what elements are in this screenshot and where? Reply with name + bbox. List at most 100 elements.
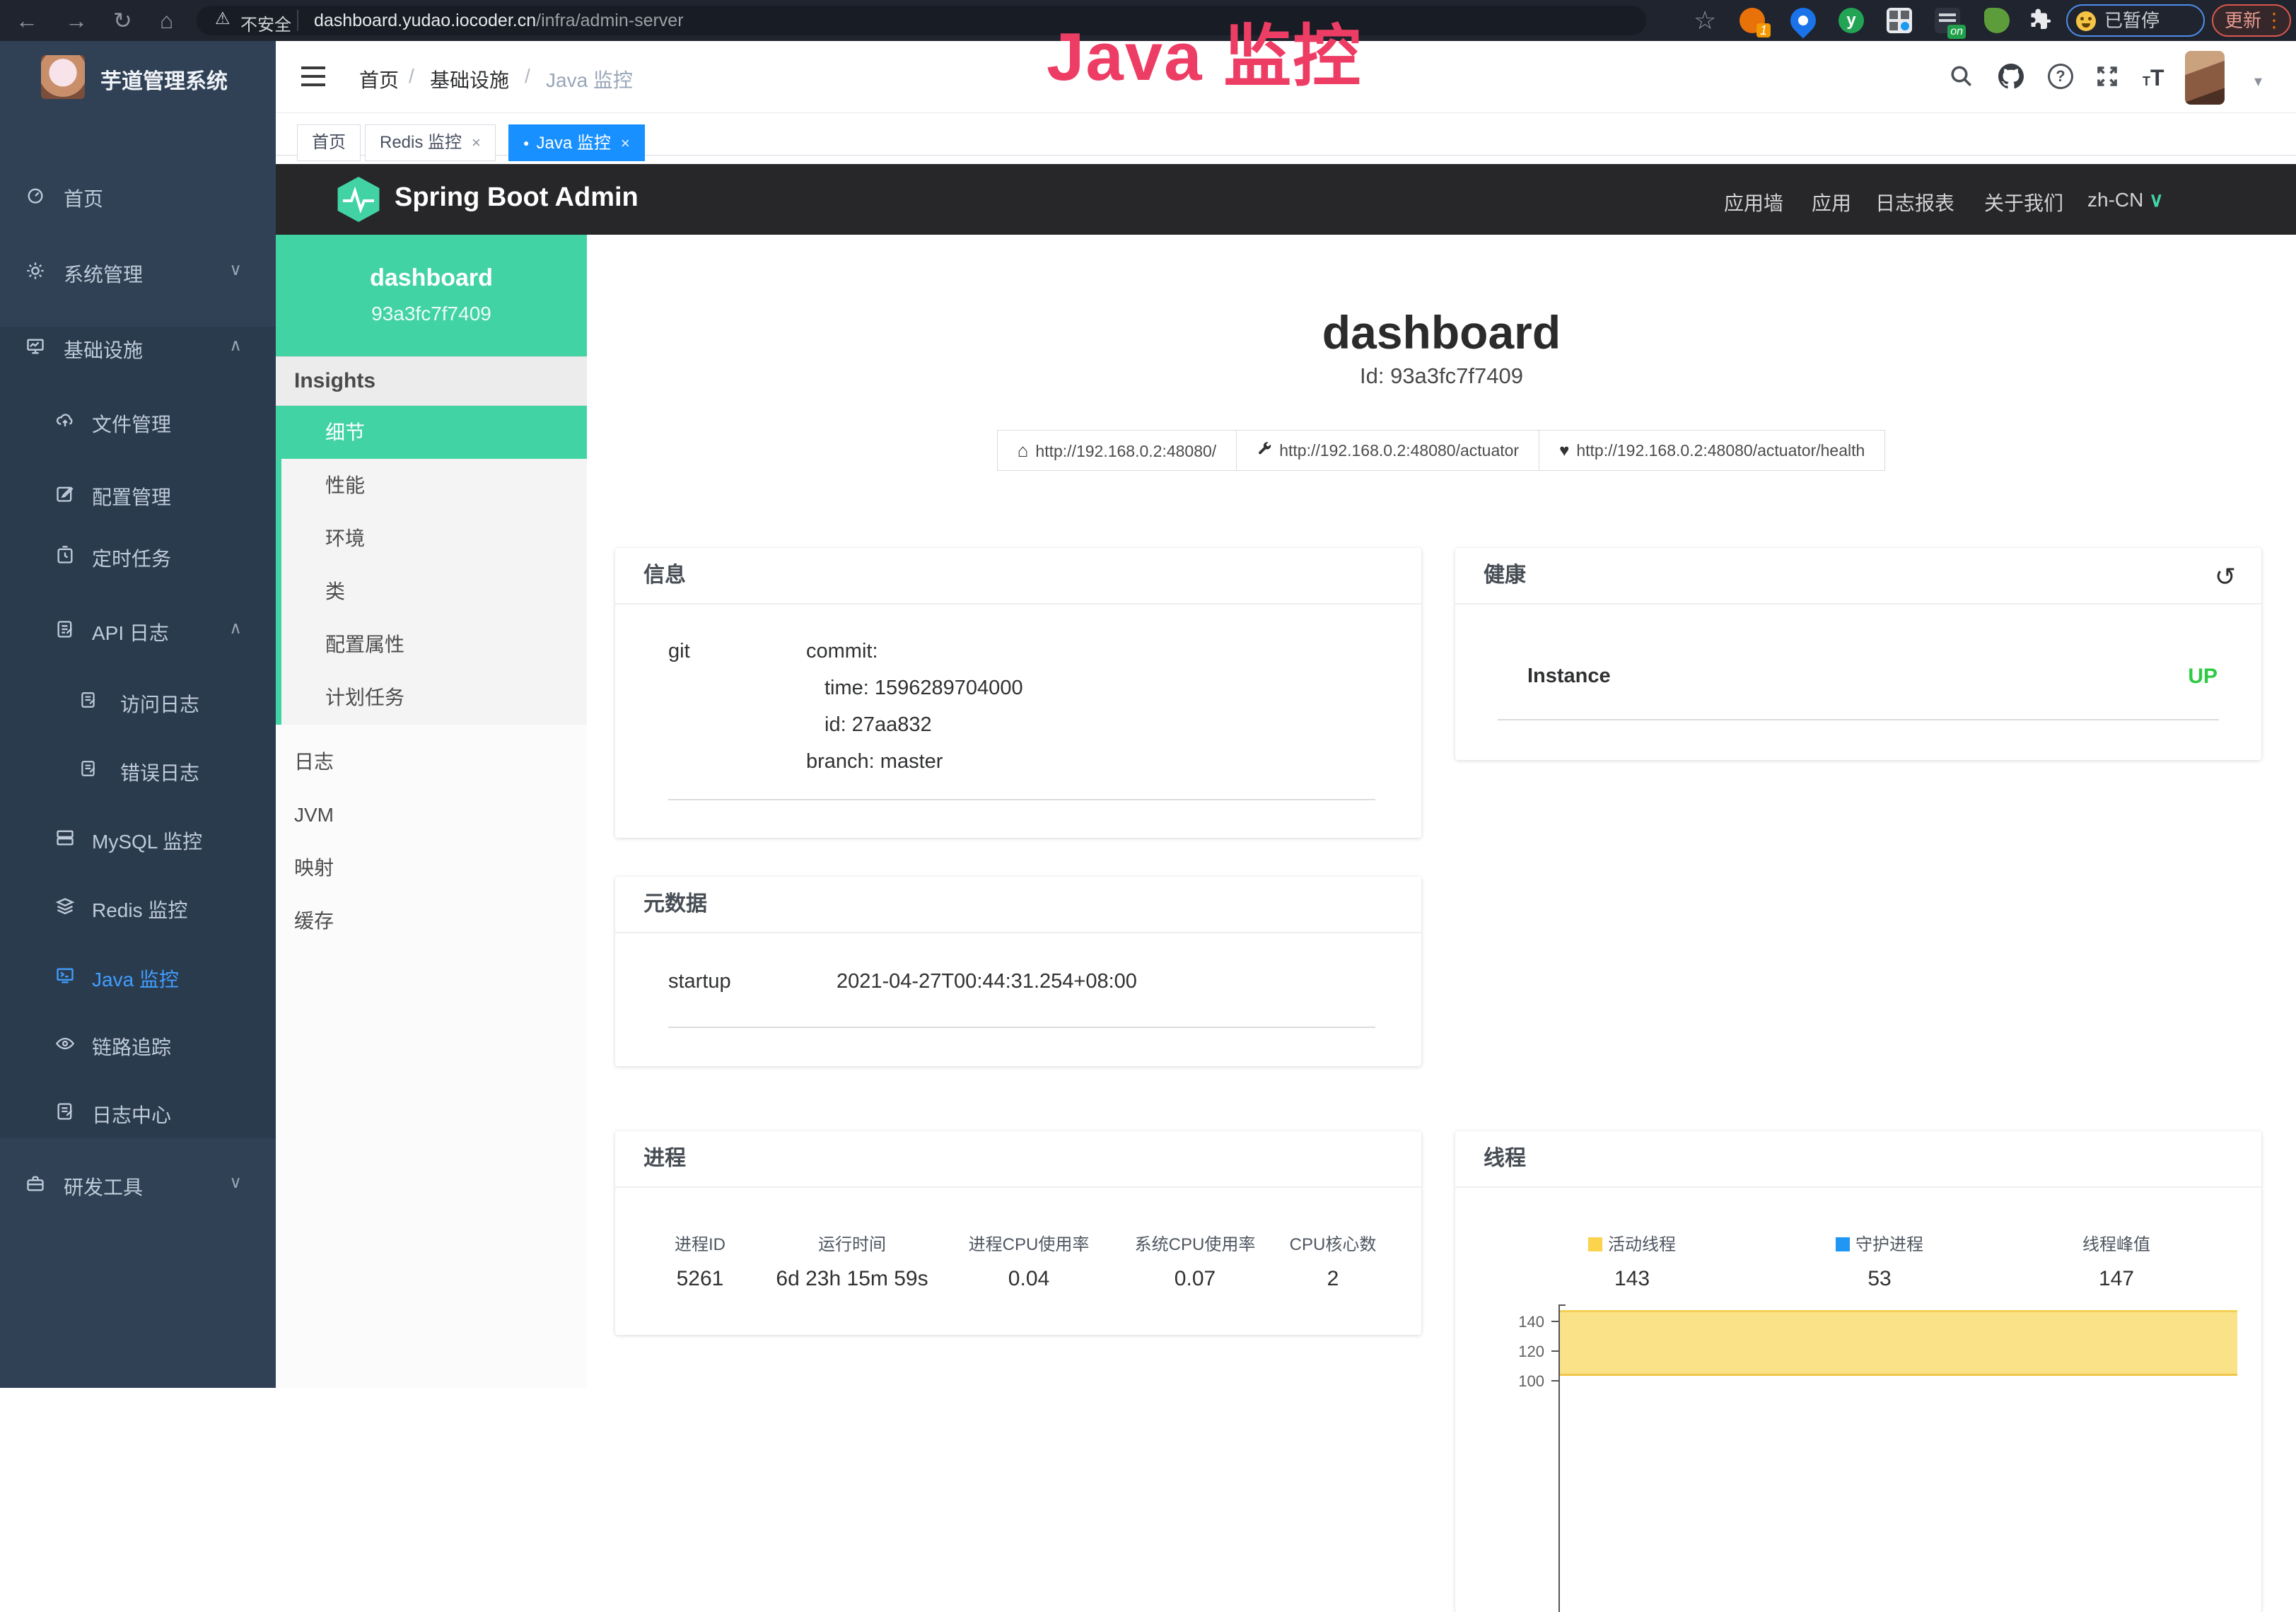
insight-item-config-props[interactable]: 配置属性: [281, 618, 593, 671]
insight-item-classes[interactable]: 类: [281, 565, 593, 618]
live-threads-area: [1560, 1310, 2237, 1376]
extension-grid-icon[interactable]: [1887, 8, 1912, 33]
browser-update-button[interactable]: 更新 ⋮: [2212, 4, 2291, 37]
sba-nav-journal[interactable]: 日志报表: [1875, 188, 1954, 216]
active-dot-icon: ●: [523, 137, 529, 148]
instance-name: dashboard: [276, 264, 587, 292]
instance-sidebar: dashboard 93a3fc7f7409 Insights 细节 性能 环境…: [276, 235, 587, 1388]
process-card: 进程 进程ID 运行时间 进程CPU使用率 系统CPU使用率 CPU核心数 52…: [615, 1131, 1421, 1335]
cloud-upload-icon: [55, 411, 75, 431]
sidebar-item-label: 日志中心: [92, 1100, 171, 1128]
sidebar-item-jvm[interactable]: JVM: [276, 788, 587, 841]
browser-reload-icon[interactable]: ↻: [113, 6, 132, 35]
sidebar-item-access-log[interactable]: 访问日志: [0, 679, 276, 722]
breadcrumb-current: Java 监控: [546, 65, 633, 93]
sidebar-item-home[interactable]: 首页: [0, 174, 276, 216]
breadcrumb-home[interactable]: 首页: [359, 65, 399, 93]
sidebar-item-log-center[interactable]: 日志中心: [0, 1090, 276, 1133]
health-card-title: 健康: [1484, 548, 1526, 603]
tab-home[interactable]: 首页: [297, 124, 361, 161]
process-header-process-cpu: 进程CPU使用率: [969, 1230, 1090, 1255]
sidebar-item-api-log[interactable]: API 日志 ∧: [0, 608, 276, 650]
avatar[interactable]: [2185, 51, 2225, 105]
sba-nav-about[interactable]: 关于我们: [1984, 188, 2063, 216]
security-label[interactable]: 不安全: [240, 11, 291, 35]
log-icon: [79, 691, 99, 711]
github-icon[interactable]: [1998, 64, 2024, 89]
info-git-time: time: 1596289704000: [824, 677, 1023, 700]
tab-java-monitor[interactable]: ●Java 监控×: [508, 124, 645, 161]
extension-y-icon[interactable]: y: [1838, 8, 1864, 33]
profile-paused-badge[interactable]: 已暂停: [2066, 4, 2205, 37]
sidebar-item-file-mgmt[interactable]: 文件管理: [0, 399, 276, 442]
insight-item-scheduled-tasks[interactable]: 计划任务: [281, 671, 593, 724]
sba-locale-select[interactable]: zh-CN ∨: [2087, 188, 2164, 211]
metadata-row-value: 2021-04-27T00:44:31.254+08:00: [837, 970, 1137, 993]
warning-icon: ⚠: [215, 8, 231, 29]
tick-mark: [1551, 1350, 1558, 1352]
hamburger-icon[interactable]: [301, 66, 325, 86]
sidebar-item-dev-tools[interactable]: 研发工具 ∨: [0, 1162, 276, 1205]
extension-pin-icon[interactable]: [1785, 3, 1822, 39]
threads-card-title: 线程: [1484, 1131, 1526, 1186]
actuator-url-button[interactable]: http://192.168.0.2:48080/actuator: [1236, 430, 1539, 471]
wrench-icon: [1257, 441, 1272, 460]
sba-nav-applications[interactable]: 应用: [1812, 188, 1851, 216]
url-bar[interactable]: ⚠ 不安全 dashboard.yudao.iocoder.cn/infra/a…: [197, 6, 1646, 35]
fullscreen-icon[interactable]: [2094, 64, 2120, 89]
bookmark-star-icon[interactable]: ☆: [1694, 6, 1716, 35]
extension-on-icon[interactable]: on: [1935, 8, 1960, 33]
extension-green-icon[interactable]: [1984, 8, 2010, 33]
sidebar-item-redis-monitor[interactable]: Redis 监控: [0, 885, 276, 928]
close-icon[interactable]: ×: [472, 134, 481, 151]
history-icon[interactable]: ↺: [2215, 562, 2236, 592]
row-divider: [668, 799, 1375, 800]
extensions-puzzle-icon[interactable]: [2028, 8, 2053, 33]
sidebar-item-label: 首页: [64, 184, 103, 212]
caret-down-icon[interactable]: ▾: [2254, 72, 2262, 90]
heart-icon: ♥: [1559, 441, 1569, 460]
sidebar-item-config-mgmt[interactable]: 配置管理: [0, 472, 276, 515]
breadcrumb-infrastructure[interactable]: 基础设施: [430, 65, 509, 93]
health-url-button[interactable]: ♥http://192.168.0.2:48080/actuator/healt…: [1539, 430, 1885, 471]
sidebar-item-error-log[interactable]: 错误日志: [0, 748, 276, 790]
tab-redis-monitor[interactable]: Redis 监控×: [365, 124, 496, 161]
sidebar-item-mappings[interactable]: 映射: [276, 841, 587, 894]
sidebar-item-trace[interactable]: 链路追踪: [0, 1022, 276, 1065]
sidebar-item-logfile[interactable]: 日志: [276, 735, 587, 788]
browser-menu-icon[interactable]: ⋮: [2264, 6, 2284, 35]
font-size-icon[interactable]: TT: [2143, 65, 2164, 91]
browser-home-icon[interactable]: ⌂: [160, 6, 173, 35]
extension-orange-icon[interactable]: 1: [1740, 8, 1765, 33]
health-instance-label[interactable]: Instance: [1527, 665, 1611, 688]
browser-back-icon[interactable]: ←: [16, 6, 38, 35]
service-url-button[interactable]: ⌂http://192.168.0.2:48080/: [997, 430, 1237, 471]
tick-mark: [1551, 1321, 1558, 1322]
sidebar-item-java-monitor[interactable]: Java 监控: [0, 954, 276, 997]
insight-item-details[interactable]: 细节: [281, 406, 593, 459]
tags-view-bar: 首页 Redis 监控× ●Java 监控×: [276, 113, 2296, 156]
legend-peak-threads: 线程峰值: [2082, 1230, 2150, 1255]
paused-label: 已暂停: [2104, 6, 2160, 35]
sba-nav-wall[interactable]: 应用墙: [1724, 188, 1783, 216]
sidebar-item-system-mgmt[interactable]: 系统管理 ∨: [0, 250, 276, 292]
help-icon[interactable]: ?: [2048, 64, 2073, 89]
sidebar-item-caches[interactable]: 缓存: [276, 894, 587, 947]
process-value-pid: 5261: [677, 1267, 724, 1291]
emoji-face-icon: [2076, 11, 2096, 31]
info-git-branch: branch: master: [806, 750, 943, 773]
instance-header[interactable]: dashboard 93a3fc7f7409: [276, 235, 587, 356]
search-icon[interactable]: [1949, 64, 1974, 89]
y-tick-100: 100: [1495, 1372, 1544, 1391]
browser-forward-icon[interactable]: →: [65, 6, 88, 35]
insight-item-metrics[interactable]: 性能: [281, 459, 593, 512]
layers-icon: [55, 896, 75, 916]
insight-item-environment[interactable]: 环境: [281, 512, 593, 565]
sidebar-item-scheduled-jobs[interactable]: 定时任务: [0, 534, 276, 576]
sidebar-item-infrastructure[interactable]: 基础设施 ∧: [0, 325, 276, 368]
url-text: dashboard.yudao.iocoder.cn/infra/admin-s…: [314, 11, 684, 31]
sba-brand[interactable]: Spring Boot Admin: [395, 182, 639, 213]
update-label: 更新: [2225, 6, 2261, 35]
close-icon[interactable]: ×: [621, 134, 630, 152]
sidebar-item-mysql-monitor[interactable]: MySQL 监控: [0, 817, 276, 859]
